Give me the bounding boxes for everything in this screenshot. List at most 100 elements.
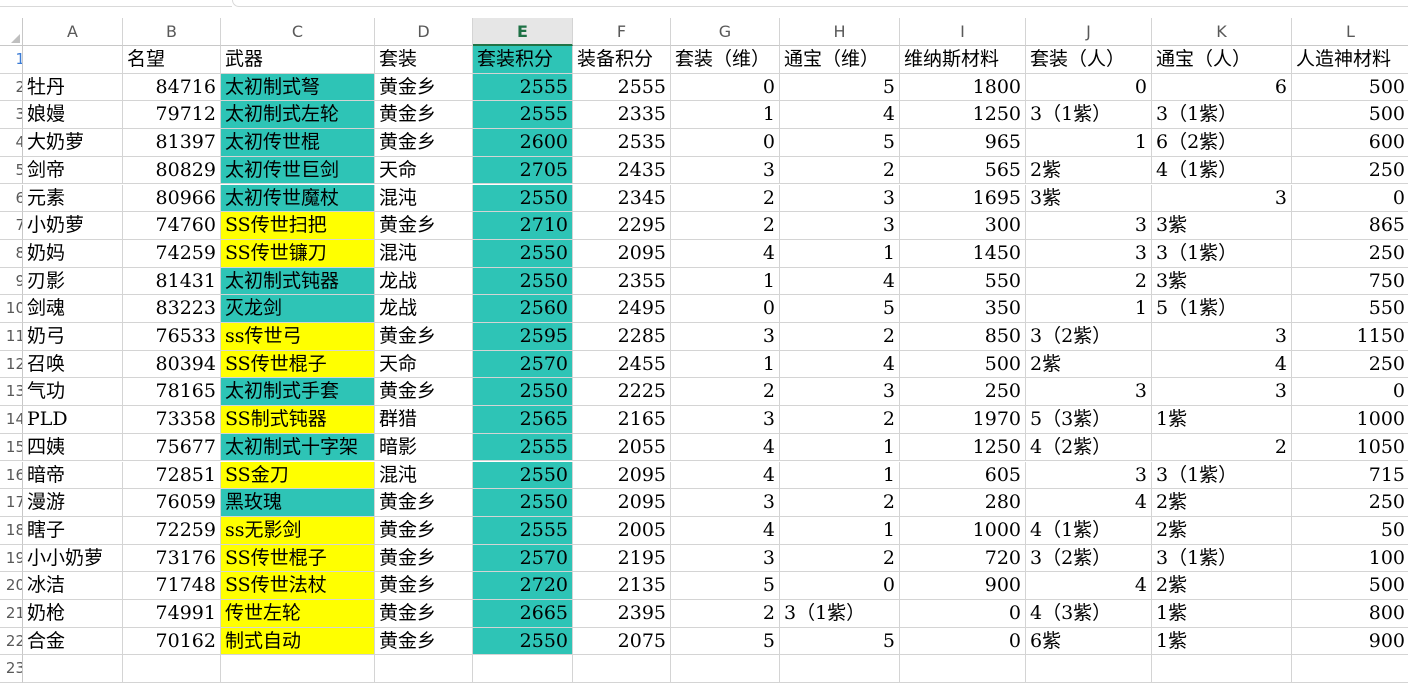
- table-cell[interactable]: 0: [1292, 185, 1408, 213]
- row-header-19[interactable]: 19: [0, 544, 23, 573]
- table-cell[interactable]: 4: [671, 239, 780, 268]
- column-header-a[interactable]: A: [23, 18, 123, 46]
- table-cell[interactable]: SS传世棍子: [221, 350, 375, 379]
- table-cell[interactable]: 1150: [1292, 323, 1408, 351]
- row-header-11[interactable]: 11: [0, 323, 23, 351]
- table-cell[interactable]: 0: [780, 572, 900, 600]
- table-cell[interactable]: 2135: [573, 572, 671, 600]
- table-cell[interactable]: [780, 655, 900, 683]
- table-cell[interactable]: 2665: [473, 600, 573, 628]
- table-cell[interactable]: 4: [1152, 350, 1292, 379]
- table-cell[interactable]: SS传世扫把: [221, 212, 375, 240]
- column-title-cell[interactable]: 通宝（维）: [780, 46, 900, 74]
- table-cell[interactable]: 2: [671, 212, 780, 240]
- table-cell[interactable]: 4（2紫）: [1026, 433, 1152, 462]
- table-cell[interactable]: 牡丹: [23, 73, 123, 102]
- table-cell[interactable]: 3: [671, 544, 780, 573]
- table-cell[interactable]: 2紫: [1026, 156, 1152, 185]
- table-cell[interactable]: 太初制式十字架: [221, 433, 375, 462]
- column-title-cell[interactable]: 套装积分: [473, 46, 573, 74]
- table-cell[interactable]: 2: [780, 156, 900, 185]
- table-cell[interactable]: 黄金乡: [375, 73, 473, 102]
- table-cell[interactable]: 2555: [573, 73, 671, 102]
- table-cell[interactable]: 750: [1292, 268, 1408, 296]
- table-cell[interactable]: 5: [780, 627, 900, 656]
- table-cell[interactable]: 2: [671, 378, 780, 407]
- row-header-4[interactable]: 4: [0, 129, 23, 157]
- table-cell[interactable]: 黄金乡: [375, 572, 473, 600]
- table-cell[interactable]: 剑帝: [23, 156, 123, 185]
- row-header-15[interactable]: 15: [0, 433, 23, 462]
- table-cell[interactable]: [900, 655, 1026, 683]
- table-cell[interactable]: 黄金乡: [375, 489, 473, 517]
- row-header-17[interactable]: 17: [0, 489, 23, 517]
- table-cell[interactable]: 2紫: [1026, 350, 1152, 379]
- table-cell[interactable]: 75677: [123, 433, 221, 462]
- table-cell[interactable]: 280: [900, 489, 1026, 517]
- table-cell[interactable]: 3（1紫）: [1152, 544, 1292, 573]
- table-cell[interactable]: 2225: [573, 378, 671, 407]
- table-cell[interactable]: 太初制式左轮: [221, 101, 375, 130]
- table-cell[interactable]: 865: [1292, 212, 1408, 240]
- table-cell[interactable]: 1000: [900, 516, 1026, 545]
- table-cell[interactable]: 瞎子: [23, 516, 123, 545]
- table-cell[interactable]: 5: [780, 295, 900, 323]
- table-cell[interactable]: 70162: [123, 627, 221, 656]
- table-cell[interactable]: 3（1紫）: [780, 600, 900, 628]
- table-cell[interactable]: 74991: [123, 600, 221, 628]
- table-cell[interactable]: 3（2紫）: [1026, 323, 1152, 351]
- table-cell[interactable]: 太初传世巨剑: [221, 156, 375, 185]
- table-cell[interactable]: 3: [1026, 378, 1152, 407]
- table-cell[interactable]: 2550: [473, 267, 573, 296]
- row-header-13[interactable]: 13: [0, 378, 23, 407]
- table-cell[interactable]: 2560: [473, 295, 573, 323]
- table-cell[interactable]: 2550: [473, 627, 573, 656]
- table-cell[interactable]: 2555: [473, 101, 573, 130]
- column-header-f[interactable]: F: [573, 18, 671, 46]
- table-cell[interactable]: SS传世镰刀: [221, 239, 375, 268]
- table-cell[interactable]: SS传世法杖: [221, 572, 375, 600]
- table-cell[interactable]: 3: [780, 378, 900, 407]
- table-cell[interactable]: 2395: [573, 600, 671, 628]
- table-cell[interactable]: 4: [671, 516, 780, 545]
- table-cell[interactable]: 龙战: [375, 295, 473, 323]
- table-cell[interactable]: 4: [780, 267, 900, 296]
- table-cell[interactable]: 900: [1292, 628, 1408, 656]
- table-cell[interactable]: 1紫: [1152, 406, 1292, 434]
- table-cell[interactable]: 奶枪: [23, 600, 123, 628]
- table-cell[interactable]: 2005: [573, 516, 671, 545]
- table-cell[interactable]: 3: [1152, 184, 1292, 213]
- table-cell[interactable]: 2: [671, 184, 780, 213]
- table-cell[interactable]: 84716: [123, 73, 221, 102]
- table-cell[interactable]: ss传世弓: [221, 323, 375, 351]
- table-cell[interactable]: 2535: [573, 129, 671, 157]
- table-cell[interactable]: 3（1紫）: [1152, 461, 1292, 490]
- table-cell[interactable]: 72259: [123, 516, 221, 545]
- table-cell[interactable]: 1250: [900, 101, 1026, 130]
- row-header-23[interactable]: 23: [0, 655, 23, 683]
- row-header-22[interactable]: 22: [0, 627, 23, 656]
- table-cell[interactable]: [221, 655, 375, 683]
- table-cell[interactable]: 2550: [473, 489, 573, 517]
- row-header-7[interactable]: 7: [0, 212, 23, 240]
- column-header-e[interactable]: E: [473, 18, 573, 46]
- row-header-21[interactable]: 21: [0, 600, 23, 628]
- table-cell[interactable]: 2555: [473, 73, 573, 102]
- table-cell[interactable]: 2紫: [1152, 516, 1292, 545]
- table-cell[interactable]: 黄金乡: [375, 627, 473, 656]
- table-cell[interactable]: 965: [900, 129, 1026, 157]
- table-cell[interactable]: 2: [1026, 267, 1152, 296]
- column-title-cell[interactable]: [23, 46, 123, 74]
- table-cell[interactable]: [1152, 655, 1292, 683]
- table-cell[interactable]: 0: [900, 600, 1026, 628]
- table-cell[interactable]: 1050: [1292, 434, 1408, 462]
- table-cell[interactable]: 2710: [473, 212, 573, 240]
- table-cell[interactable]: 0: [1026, 73, 1152, 102]
- table-cell[interactable]: 冰洁: [23, 572, 123, 600]
- table-cell[interactable]: 2055: [573, 433, 671, 462]
- table-cell[interactable]: 79712: [123, 101, 221, 130]
- table-cell[interactable]: 2075: [573, 627, 671, 656]
- table-cell[interactable]: 72851: [123, 461, 221, 490]
- table-cell[interactable]: 50: [1292, 517, 1408, 545]
- table-cell[interactable]: 0: [671, 129, 780, 157]
